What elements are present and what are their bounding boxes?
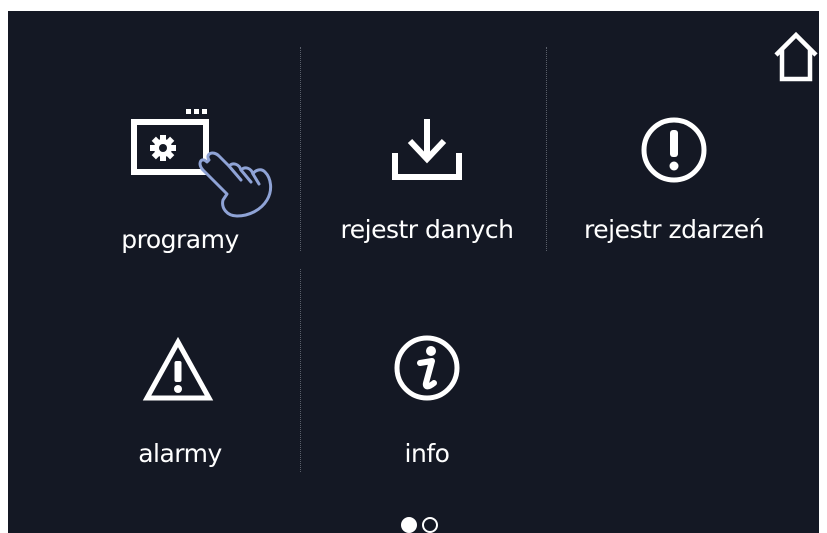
menu-item-programs[interactable]: programy: [60, 47, 300, 257]
menu-item-alarms[interactable]: alarmy: [60, 269, 300, 479]
menu-item-label: rejestr zdarzeń: [584, 215, 764, 244]
grid-divider: [300, 47, 301, 251]
menu-item-label: info: [404, 439, 450, 468]
menu-screen: programy rejestr danych rejestr zdarzeń …: [8, 11, 819, 533]
page-dot-inactive[interactable]: [422, 517, 438, 533]
grid-divider: [300, 269, 301, 472]
menu-item-event-log[interactable]: rejestr zdarzeń: [554, 47, 794, 257]
menu-item-info[interactable]: info: [308, 269, 546, 479]
grid-divider: [546, 47, 547, 251]
warning-triangle-icon: [142, 336, 214, 401]
exclamation-circle-icon: [641, 117, 707, 183]
menu-item-label: programy: [121, 225, 239, 254]
menu-item-label: alarmy: [138, 439, 222, 468]
menu-item-data-log[interactable]: rejestr danych: [308, 47, 546, 257]
hand-pointer-icon: [198, 151, 273, 218]
page-indicator: [401, 517, 449, 533]
page-dot-active[interactable]: [401, 517, 417, 533]
menu-item-label: rejestr danych: [340, 215, 514, 244]
info-circle-icon: [394, 335, 460, 401]
download-icon: [392, 119, 462, 180]
